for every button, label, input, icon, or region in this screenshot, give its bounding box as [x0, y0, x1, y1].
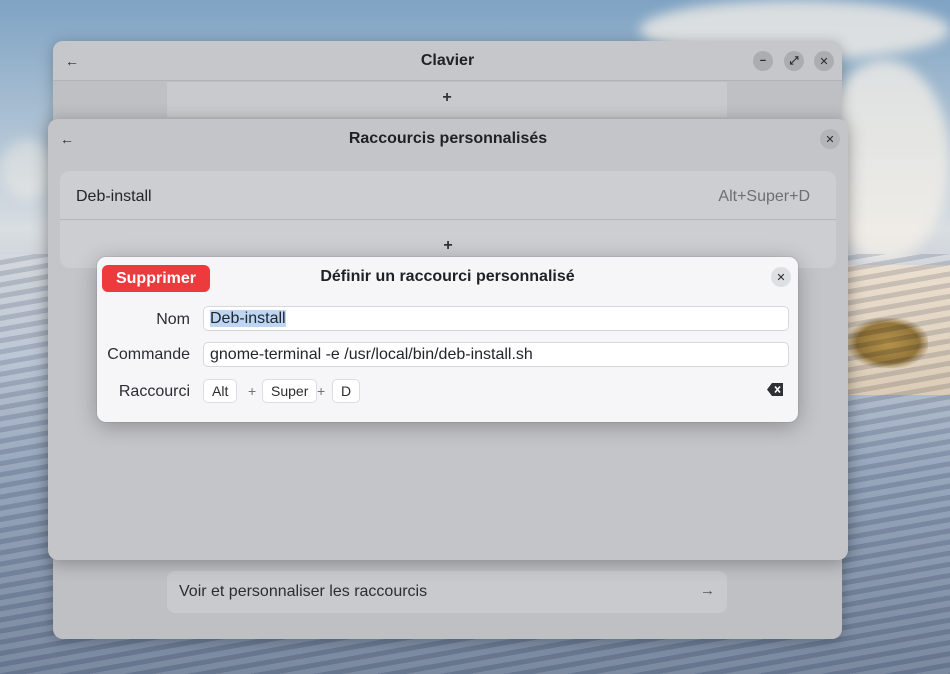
key-separator: + — [248, 383, 257, 399]
shortcut-accel: Alt+Super+D — [718, 188, 810, 205]
arrow-right-icon: → — [700, 582, 715, 599]
key-super: Super — [262, 379, 318, 403]
shortcut-name: Deb-install — [76, 188, 152, 205]
minimize-icon: − — [759, 55, 767, 67]
list-item[interactable]: Deb-install Alt+Super+D — [60, 171, 836, 220]
key-d: D — [332, 379, 361, 403]
set-custom-shortcut-dialog: Supprimer Définir un raccourci personnal… — [97, 257, 798, 422]
window-header: ← Clavier − ⤢ ✕ — [53, 41, 842, 81]
close-button[interactable]: ✕ — [814, 51, 834, 71]
name-field[interactable]: Deb-install — [203, 306, 789, 331]
close-icon: ✕ — [819, 55, 829, 68]
minimize-button[interactable]: − — [753, 51, 773, 71]
close-button[interactable]: ✕ — [820, 129, 840, 149]
view-shortcuts-row[interactable]: Voir et personnaliser les raccourcis → — [167, 571, 727, 613]
add-icon: + — [442, 89, 452, 106]
view-shortcuts-label: Voir et personnaliser les raccourcis — [179, 583, 428, 600]
window-title: Raccourcis personnalisés — [348, 130, 548, 147]
name-label: Nom — [156, 311, 190, 328]
window-title: Clavier — [420, 52, 475, 69]
close-icon: ✕ — [825, 133, 835, 146]
shortcuts-list: Deb-install Alt+Super+D + — [60, 171, 836, 268]
cloud — [0, 140, 55, 200]
close-icon: ✕ — [776, 271, 786, 284]
close-button[interactable]: ✕ — [771, 267, 791, 287]
add-shortcut-button[interactable]: + — [60, 237, 836, 255]
name-value: Deb-install — [210, 310, 286, 327]
key-alt: Alt — [203, 379, 238, 403]
shortcut-label: Raccourci — [118, 383, 190, 400]
maximize-icon: ⤢ — [789, 54, 799, 67]
maximize-button[interactable]: ⤢ — [784, 51, 804, 71]
add-shortcut-row[interactable]: + — [167, 82, 727, 117]
command-label: Commande — [107, 346, 190, 363]
backspace-icon[interactable] — [767, 383, 783, 396]
command-field[interactable]: gnome-terminal -e /usr/local/bin/deb-ins… — [203, 342, 789, 367]
dialog-title: Définir un raccourci personnalisé — [320, 268, 575, 285]
command-value: gnome-terminal -e /usr/local/bin/deb-ins… — [210, 346, 533, 363]
key-separator: + — [317, 383, 326, 399]
